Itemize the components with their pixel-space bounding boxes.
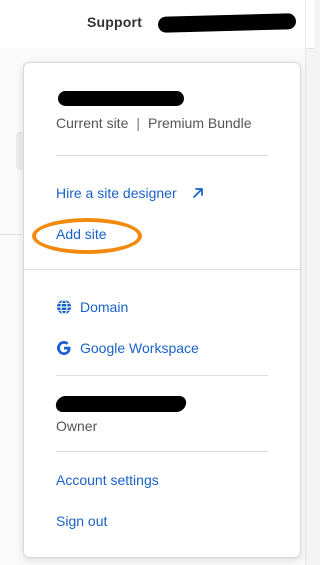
redacted-site-name <box>58 91 184 106</box>
domain-link[interactable]: Domain <box>56 299 128 315</box>
support-link[interactable]: Support <box>87 14 142 30</box>
plan-name: Premium Bundle <box>148 115 252 131</box>
google-workspace-link[interactable]: Google Workspace <box>56 340 199 356</box>
divider <box>56 155 268 156</box>
divider <box>56 375 268 376</box>
domain-label: Domain <box>80 299 129 315</box>
divider <box>24 269 300 270</box>
sign-out-link[interactable]: Sign out <box>56 513 107 529</box>
right-edge-divider <box>305 0 306 565</box>
hire-site-designer-link[interactable]: Hire a site designer <box>56 185 177 201</box>
background-divider <box>0 234 22 235</box>
globe-icon <box>57 299 71 315</box>
highlight-annotation-circle <box>32 218 142 254</box>
redacted-user-name <box>54 396 188 412</box>
user-role: Owner <box>56 418 98 434</box>
google-workspace-label: Google Workspace <box>80 340 199 356</box>
account-dropdown-menu: Current site | Premium Bundle Hire a site … <box>23 62 301 558</box>
divider <box>56 451 268 452</box>
google-g-icon <box>57 341 71 355</box>
current-site-label: Current site <box>56 115 129 131</box>
redacted-account-name <box>157 13 297 33</box>
current-site-info: Current site | Premium Bundle <box>56 115 252 131</box>
account-settings-link[interactable]: Account settings <box>56 472 159 488</box>
separator: | <box>136 115 140 131</box>
top-navigation-bar: Support <box>0 0 314 49</box>
arrow-up-right-icon <box>193 188 203 198</box>
